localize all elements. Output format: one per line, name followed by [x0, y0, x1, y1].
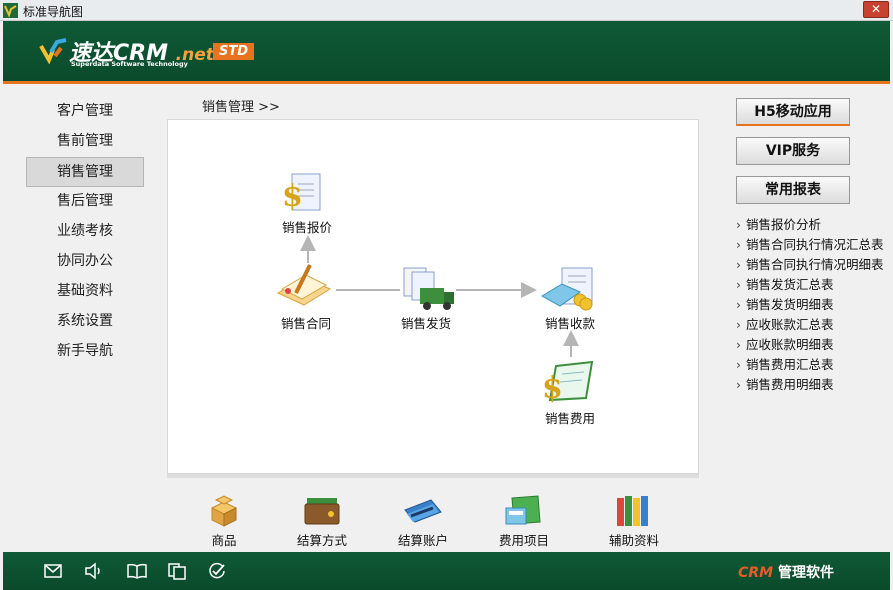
sales-quote-label: 销售报价 [281, 220, 333, 235]
report-link[interactable]: 应收账款明细表 [736, 335, 886, 355]
app-icon [3, 3, 18, 18]
tool-settlement-account[interactable]: 结算账户 [383, 494, 463, 549]
basic-tools-bar: 商品 结算方式 结算账户 费用项目 辅助资料 [167, 474, 699, 552]
app-header: 速达CRM .net Superdata Software Technology… [3, 21, 890, 84]
vip-service-button[interactable]: VIP服务 [736, 137, 850, 165]
tool-settlement-method-label: 结算方式 [296, 533, 347, 548]
sales-expense-label: 销售费用 [544, 411, 596, 426]
book-icon[interactable] [127, 562, 147, 580]
check-circle-icon[interactable] [207, 562, 227, 580]
expense-folder-icon [505, 495, 541, 525]
report-links: 销售报价分析 销售合同执行情况汇总表 销售合同执行情况明细表 销售发货汇总表 销… [736, 215, 886, 395]
tool-expense-items-label: 费用项目 [498, 533, 549, 548]
report-link[interactable]: 销售报价分析 [736, 215, 886, 235]
close-button[interactable]: ✕ [863, 1, 889, 18]
sales-delivery-label: 销售发货 [400, 316, 452, 331]
report-link[interactable]: 销售合同执行情况汇总表 [736, 235, 886, 255]
report-link[interactable]: 销售发货明细表 [736, 295, 886, 315]
sales-receipt-label: 销售收款 [544, 316, 596, 331]
copy-documents-icon[interactable] [167, 562, 187, 580]
bank-card-icon [404, 499, 442, 523]
sidebar-item-customer[interactable]: 客户管理 [26, 97, 144, 127]
tool-auxiliary-data-label: 辅助资料 [608, 533, 659, 548]
window-title: 标准导航图 [23, 5, 84, 19]
tool-settlement-method[interactable]: 结算方式 [282, 494, 362, 549]
brand-tagline: Superdata Software Technology [71, 60, 188, 68]
wallet-icon [304, 498, 340, 525]
receipt-calculator-icon [541, 267, 593, 311]
expense-notebook-icon: $ [542, 360, 594, 406]
speaker-icon[interactable] [83, 562, 103, 580]
tool-products-label: 商品 [211, 533, 237, 548]
sidebar-item-presales[interactable]: 售前管理 [26, 127, 144, 157]
edition-badge: STD [213, 43, 255, 60]
sales-delivery-node[interactable] [400, 266, 456, 316]
sidebar-item-sales[interactable]: 销售管理 [26, 157, 144, 187]
sales-quote-node[interactable]: $ [280, 172, 326, 220]
delivery-truck-icon [403, 267, 454, 310]
svg-text:$: $ [282, 179, 303, 214]
breadcrumb: 销售管理 >> [202, 100, 280, 115]
sidebar-item-basic-data[interactable]: 基础资料 [26, 277, 144, 307]
report-link[interactable]: 销售费用汇总表 [736, 355, 886, 375]
tool-expense-items[interactable]: 费用项目 [484, 494, 564, 549]
mail-icon[interactable] [43, 562, 63, 580]
logo-mark-icon [39, 38, 67, 64]
sidebar-item-settings[interactable]: 系统设置 [26, 307, 144, 337]
contract-pen-icon [276, 264, 332, 306]
sidebar: 客户管理 售前管理 销售管理 售后管理 业绩考核 协同办公 基础资料 系统设置 … [26, 97, 144, 367]
tool-auxiliary-data[interactable]: 辅助资料 [594, 494, 674, 549]
svg-text:$: $ [542, 371, 563, 404]
report-link[interactable]: 销售合同执行情况明细表 [736, 255, 886, 275]
sales-receipt-node[interactable] [540, 266, 596, 316]
tool-settlement-account-label: 结算账户 [397, 533, 448, 548]
sales-contract-node[interactable] [274, 263, 332, 311]
h5-mobile-button[interactable]: H5移动应用 [736, 98, 850, 126]
report-link[interactable]: 销售费用明细表 [736, 375, 886, 395]
title-bar: 标准导航图 ✕ [0, 0, 893, 21]
tool-products[interactable]: 商品 [184, 494, 264, 549]
sales-contract-label: 销售合同 [280, 316, 332, 331]
sidebar-item-guide[interactable]: 新手导航 [26, 337, 144, 367]
report-link[interactable]: 应收账款汇总表 [736, 315, 886, 335]
sidebar-item-performance[interactable]: 业绩考核 [26, 217, 144, 247]
flow-canvas: $ 销售报价 销售合同 销售发货 销售收款 $ 销售费用 [167, 119, 699, 474]
sidebar-item-aftersales[interactable]: 售后管理 [26, 187, 144, 217]
sales-expense-node[interactable]: $ [542, 360, 596, 408]
sidebar-item-collaboration[interactable]: 协同办公 [26, 247, 144, 277]
footer-bar: CRM 管理软件 [3, 552, 890, 590]
binders-icon [617, 496, 648, 526]
report-link[interactable]: 销售发货汇总表 [736, 275, 886, 295]
right-panel: H5移动应用 VIP服务 常用报表 销售报价分析 销售合同执行情况汇总表 销售合… [736, 98, 886, 395]
quote-document-icon: $ [282, 173, 321, 214]
product-boxes-icon [210, 495, 238, 527]
common-reports-button[interactable]: 常用报表 [736, 176, 850, 204]
product-tag: CRM 管理软件 [738, 565, 834, 581]
